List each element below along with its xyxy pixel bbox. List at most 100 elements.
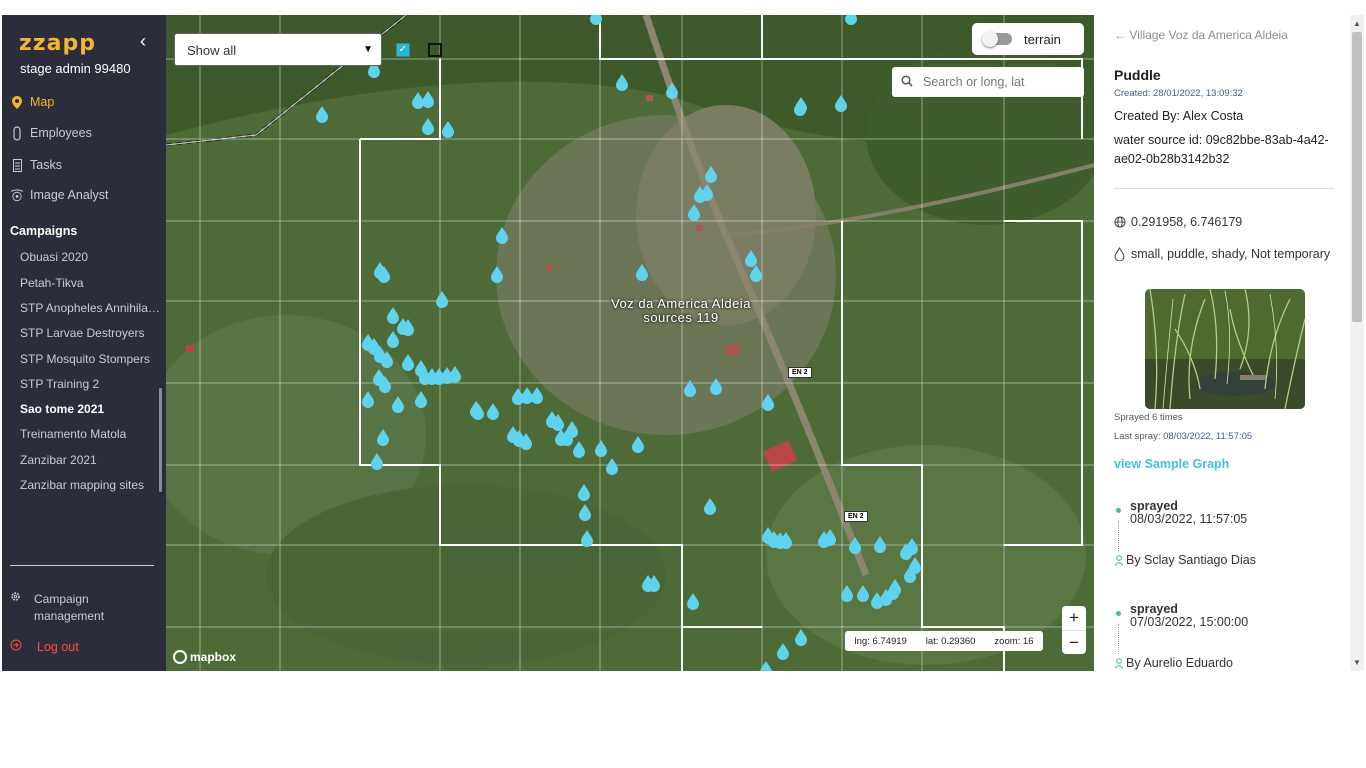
water-source-marker[interactable] (392, 396, 404, 413)
water-source-marker[interactable] (648, 575, 660, 592)
water-source-marker[interactable] (857, 585, 869, 602)
water-source-marker[interactable] (566, 421, 578, 438)
campaign-item[interactable]: Zanzibar mapping sites (20, 478, 160, 492)
water-source-marker[interactable] (684, 380, 696, 397)
water-source-marker[interactable] (573, 441, 585, 458)
water-source-marker[interactable] (906, 538, 918, 555)
satellite-map[interactable]: Show all ▼ ✓ terrain Search or long, lat… (166, 15, 1094, 671)
campaign-item[interactable]: STP Anopheles Annihilat... (20, 301, 160, 315)
water-source-marker[interactable] (578, 484, 590, 501)
water-source-marker[interactable] (581, 530, 593, 547)
logout-button[interactable]: Log out (10, 639, 79, 654)
water-source-marker[interactable] (849, 537, 861, 554)
water-source-marker[interactable] (415, 391, 427, 408)
source-photo[interactable] (1145, 289, 1305, 409)
water-source-marker[interactable] (745, 250, 757, 267)
campaign-item[interactable]: STP Mosquito Stompers (20, 352, 160, 366)
scroll-up-icon[interactable]: ▲ (1353, 19, 1361, 28)
water-source-marker[interactable] (632, 436, 644, 453)
water-source-marker[interactable] (780, 532, 792, 549)
campaign-item[interactable]: Petah-Tikva (20, 276, 160, 290)
water-source-marker[interactable] (371, 453, 383, 470)
nav-item-map[interactable]: Map (10, 91, 54, 113)
water-source-marker[interactable] (491, 266, 503, 283)
layer-checkbox-unchecked[interactable] (428, 43, 442, 57)
collapse-sidebar-icon[interactable]: ‹ (140, 32, 154, 50)
water-source-marker[interactable] (579, 504, 591, 521)
water-source-marker[interactable] (362, 391, 374, 408)
gear-icon (10, 591, 24, 625)
water-source-marker[interactable] (402, 354, 414, 371)
water-source-marker[interactable] (436, 291, 448, 308)
campaign-item-selected[interactable]: Sao tome 2021 (20, 402, 160, 416)
zoom-label: zoom: (994, 635, 1021, 647)
terrain-toggle[interactable]: terrain (972, 23, 1084, 55)
water-source-marker[interactable] (531, 387, 543, 404)
water-source-marker[interactable] (750, 265, 762, 282)
water-source-marker[interactable] (590, 15, 602, 25)
water-source-marker[interactable] (377, 429, 389, 446)
lat-label: lat: (925, 635, 939, 647)
water-source-marker[interactable] (704, 498, 716, 515)
nav-item-employees[interactable]: Employees (10, 122, 92, 144)
water-source-markers[interactable] (166, 15, 1094, 671)
water-source-marker[interactable] (412, 92, 424, 109)
village-label[interactable]: Voz da America Aldeia sources 119 (586, 297, 776, 325)
water-source-marker[interactable] (616, 74, 628, 91)
campaign-item[interactable]: Zanzibar 2021 (20, 453, 160, 467)
water-source-marker[interactable] (666, 82, 678, 99)
campaign-item[interactable]: Obuasi 2020 (20, 250, 160, 264)
water-source-marker[interactable] (710, 378, 722, 395)
water-source-marker[interactable] (762, 394, 774, 411)
app-logo[interactable]: zzapp (19, 31, 96, 56)
water-source-marker[interactable] (874, 536, 886, 553)
water-source-marker[interactable] (595, 440, 607, 457)
last-spray: Last spray: 08/03/2022, 11:57:05 (1114, 431, 1252, 442)
view-sample-graph-link[interactable]: view Sample Graph (1114, 457, 1229, 471)
scrollbar-thumb[interactable] (1352, 32, 1362, 322)
layer-checkbox-checked[interactable]: ✓ (396, 43, 410, 57)
water-source-marker[interactable] (701, 184, 713, 201)
water-source-marker[interactable] (387, 331, 399, 348)
water-source-marker[interactable] (422, 118, 434, 135)
water-source-marker[interactable] (687, 593, 699, 610)
water-source-marker[interactable] (387, 307, 399, 324)
water-source-marker[interactable] (795, 97, 807, 114)
water-source-marker[interactable] (316, 106, 328, 123)
back-to-village-link[interactable]: ← Village Voz da America Aldeia (1114, 28, 1288, 42)
water-source-marker[interactable] (705, 166, 717, 183)
water-source-marker[interactable] (688, 204, 700, 221)
water-source-marker[interactable] (824, 529, 836, 546)
water-source-marker[interactable] (636, 264, 648, 281)
water-source-marker[interactable] (606, 458, 618, 475)
campaign-item[interactable]: STP Larvae Destroyers (20, 326, 160, 340)
water-source-marker[interactable] (496, 227, 508, 244)
water-source-marker[interactable] (487, 403, 499, 420)
mapbox-attribution[interactable]: mapbox (173, 650, 236, 664)
water-source-marker[interactable] (777, 643, 789, 660)
water-source-marker[interactable] (841, 585, 853, 602)
sidebar: zzapp ‹ stage admin 99480 Map Employees … (2, 15, 166, 671)
toggle-switch[interactable] (982, 31, 1012, 47)
water-source-marker[interactable] (442, 121, 454, 138)
zoom-in-button[interactable]: + (1062, 606, 1086, 630)
water-source-marker[interactable] (422, 91, 434, 108)
scroll-down-icon[interactable]: ▼ (1353, 658, 1361, 667)
nav-item-tasks[interactable]: Tasks (10, 154, 62, 176)
water-source-marker[interactable] (760, 661, 772, 671)
panel-scrollbar[interactable]: ▲ ▼ (1350, 15, 1364, 671)
nav-item-image-analyst[interactable]: Image Analyst (10, 184, 109, 206)
water-source-marker[interactable] (795, 629, 807, 646)
water-source-marker[interactable] (521, 387, 533, 404)
water-source-marker[interactable] (835, 95, 847, 112)
campaign-item[interactable]: Treinamento Matola (20, 427, 160, 441)
zoom-out-button[interactable]: − (1062, 631, 1086, 655)
water-source-marker[interactable] (845, 15, 857, 25)
campaign-management-link[interactable]: Campaign management (10, 591, 114, 625)
campaign-list-scrollbar[interactable] (159, 388, 162, 492)
campaign-item[interactable]: STP Training 2 (20, 377, 160, 391)
water-source-marker[interactable] (871, 592, 883, 609)
water-source-marker[interactable] (449, 366, 461, 383)
source-filter-select[interactable]: Show all ▼ (174, 33, 382, 66)
map-search-field[interactable]: Search or long, lat (892, 67, 1084, 97)
